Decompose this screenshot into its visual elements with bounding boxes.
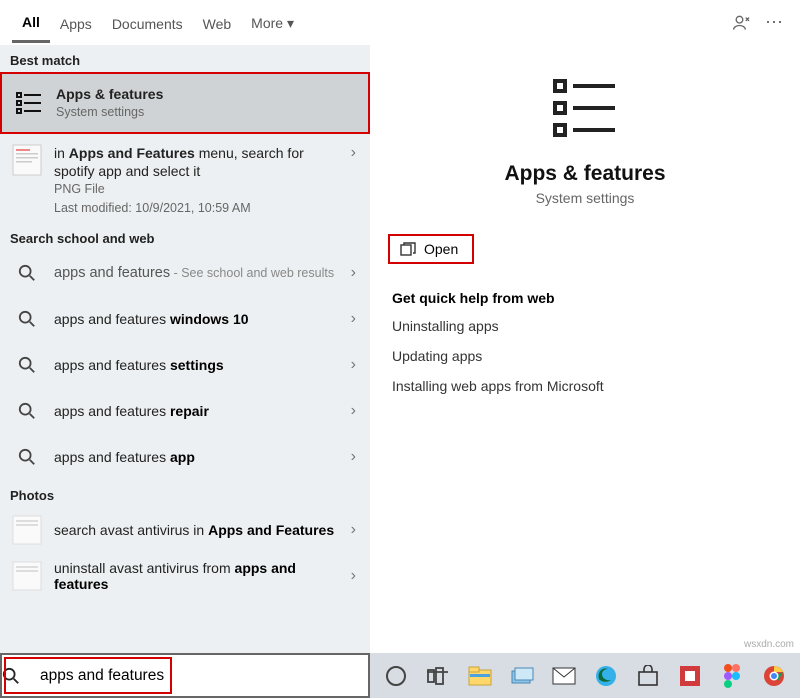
detail-panel: Apps & features System settings Open Get… [370,45,800,653]
mail-icon[interactable] [550,662,578,690]
web-result-item[interactable]: apps and features repair › [0,388,370,434]
mail-layers-icon[interactable] [508,662,536,690]
chevron-right-icon[interactable]: › [347,402,360,420]
web-result-item[interactable]: apps and features windows 10 › [0,296,370,342]
image-file-icon [10,559,44,593]
web-result-main[interactable]: apps and features - See school and web r… [0,250,370,296]
web-base: apps and features [54,265,170,281]
feedback-icon[interactable] [732,13,760,33]
settings-list-icon [12,86,46,120]
best-match-result[interactable]: Apps & features System settings [0,72,370,134]
edge-icon[interactable] [592,662,620,690]
task-view-icon[interactable] [424,662,452,690]
search-icon [2,667,38,685]
search-icon [10,394,44,428]
web-result-item[interactable]: apps and features settings › [0,342,370,388]
tab-documents[interactable]: Documents [102,4,193,42]
document-result[interactable]: in Apps and Features menu, search for sp… [0,134,370,223]
doc-prefix: in [54,145,69,161]
search-input[interactable] [38,655,368,696]
chevron-right-icon[interactable]: › [347,567,360,585]
best-match-sub: System settings [56,104,358,122]
open-button[interactable]: Open [388,234,474,264]
open-icon [400,242,416,256]
chevron-right-icon[interactable]: › [347,264,360,282]
tab-all[interactable]: All [12,2,50,43]
open-label: Open [424,241,458,257]
results-panel: Best match Apps & features System settin… [0,45,370,653]
top-tabs: All Apps Documents Web More ▾ ⋯ [0,0,800,45]
photo-result[interactable]: search avast antivirus in Apps and Featu… [0,507,370,553]
help-link[interactable]: Uninstalling apps [392,318,800,334]
chevron-down-icon: ▾ [287,15,294,31]
chevron-right-icon[interactable]: › [347,521,360,539]
help-link[interactable]: Updating apps [392,348,800,364]
section-best-match: Best match [0,45,370,72]
settings-list-icon [549,75,621,143]
app-red-icon[interactable] [676,662,704,690]
photo-result[interactable]: uninstall avast antivirus from apps and … [0,553,370,599]
more-icon[interactable]: ⋯ [760,12,788,33]
doc-modified: Last modified: 10/9/2021, 10:59 AM [54,200,347,218]
taskbar [370,653,800,698]
figma-icon[interactable] [718,662,746,690]
search-icon [10,256,44,290]
search-icon [10,440,44,474]
search-bar [0,653,370,698]
help-link[interactable]: Installing web apps from Microsoft [392,378,800,394]
chevron-right-icon[interactable]: › [347,310,360,328]
detail-sub: System settings [370,190,800,206]
best-match-title: Apps & features [56,85,358,103]
search-icon [10,302,44,336]
detail-title: Apps & features [370,162,800,186]
chevron-right-icon[interactable]: › [347,144,360,162]
chevron-right-icon[interactable]: › [347,356,360,374]
file-explorer-icon[interactable] [466,662,494,690]
help-title: Get quick help from web [392,290,800,306]
chrome-icon[interactable] [760,662,788,690]
watermark: wsxdn.com [744,639,794,650]
tab-more[interactable]: More ▾ [241,3,304,42]
web-result-item[interactable]: apps and features app › [0,434,370,480]
chevron-right-icon[interactable]: › [347,448,360,466]
doc-type: PNG File [54,181,347,199]
store-icon[interactable] [634,662,662,690]
section-search-web: Search school and web [0,223,370,250]
tab-web[interactable]: Web [193,4,242,42]
search-icon [10,348,44,382]
section-photos: Photos [0,480,370,507]
tab-apps[interactable]: Apps [50,4,102,42]
image-file-icon [10,144,44,178]
doc-bold: Apps and Features [69,145,195,161]
image-file-icon [10,513,44,547]
web-see: - See school and web results [170,266,334,280]
cortana-icon[interactable] [382,662,410,690]
